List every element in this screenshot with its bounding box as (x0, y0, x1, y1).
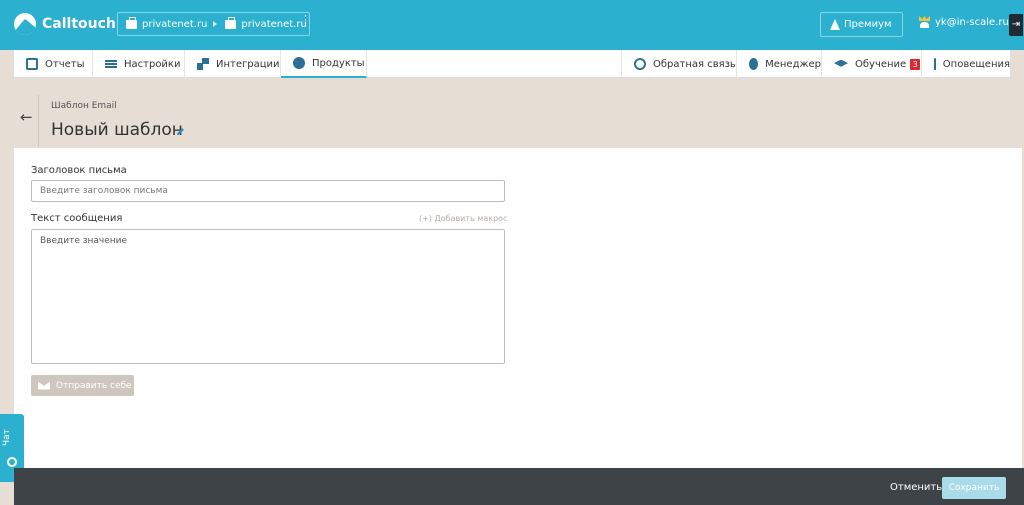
save-button[interactable]: Сохранить (942, 477, 1006, 499)
briefcase-icon (225, 16, 237, 29)
graduation-cap-icon (834, 59, 848, 67)
envelope-icon (38, 381, 50, 390)
nav-item-label: Оповещения (942, 58, 1010, 70)
account-name[interactable]: privatenet.ru (142, 19, 207, 30)
add-macro-link[interactable]: (+) Добавить макрос (419, 214, 507, 223)
rocket-icon (830, 19, 840, 30)
premium-button[interactable]: Премиум (820, 12, 903, 37)
pencil-icon[interactable] (176, 127, 185, 136)
main-nav: Отчеты Настройки Интеграции Продукты Обр… (14, 50, 1010, 78)
site-name[interactable]: privatenet.ru (241, 19, 306, 30)
send-to-self-button[interactable]: Отправить себе (31, 375, 134, 396)
nav-item-label: Обучение (855, 58, 907, 70)
reports-icon (26, 58, 38, 70)
nav-item-feedback[interactable]: Обратная связь (621, 50, 736, 78)
top-bar: Calltouch privatenet.ru privatenet.ru ⋮ … (0, 0, 1024, 50)
nav-item-settings[interactable]: Настройки (93, 50, 185, 78)
breadcrumb: Шаблон Email (51, 101, 117, 111)
cancel-button[interactable]: Отменить (890, 482, 942, 493)
nav-item-integrations[interactable]: Интеграции (185, 50, 281, 78)
logo[interactable]: Calltouch (14, 13, 116, 35)
site-switcher[interactable]: privatenet.ru privatenet.ru ⋮ (117, 12, 311, 36)
bell-icon (934, 58, 936, 70)
products-icon (293, 57, 305, 69)
briefcase-icon (126, 16, 137, 29)
nav-item-label: Интеграции (216, 58, 280, 70)
logo-icon (14, 13, 36, 35)
more-options-icon[interactable]: ⋮ (300, 14, 311, 25)
chat-label: Чат (2, 429, 12, 446)
nav-item-label: Обратная связь (653, 58, 736, 70)
nav-item-study[interactable]: Обучение 3 (821, 50, 921, 78)
subject-label: Заголовок письма (31, 165, 127, 176)
nav-item-notifications[interactable]: Оповещения (921, 50, 1010, 78)
user-email: yk@in-scale.ru (935, 16, 1009, 28)
user-menu[interactable]: yk@in-scale.ru (919, 16, 1009, 28)
message-textarea[interactable] (31, 229, 505, 364)
nav-item-reports[interactable]: Отчеты (14, 50, 93, 78)
feedback-icon (634, 58, 646, 70)
nav-item-label: Менеджер (765, 58, 821, 70)
send-to-self-label: Отправить себе (56, 380, 132, 391)
nav-item-manager[interactable]: Менеджер (736, 50, 821, 78)
nav-item-label: Продукты (312, 57, 365, 69)
subject-input[interactable] (31, 180, 505, 202)
integrations-icon (197, 58, 209, 70)
nav-item-label: Настройки (124, 58, 181, 70)
user-crown-icon (919, 16, 930, 28)
logout-button[interactable]: ⇥ (1009, 14, 1023, 36)
footer-bar (14, 468, 1024, 505)
nav-item-label: Отчеты (45, 58, 85, 70)
logout-icon: ⇥ (1011, 19, 1021, 30)
chat-bubble-icon (7, 457, 17, 467)
message-label: Текст сообщения (31, 213, 123, 224)
manager-icon (749, 58, 759, 70)
page-title: Новый шаблон (51, 120, 183, 140)
back-button[interactable]: ← (20, 109, 33, 125)
header-divider (38, 95, 39, 147)
logo-text: Calltouch (42, 16, 116, 32)
settings-icon (105, 58, 117, 70)
notification-badge: 3 (910, 58, 921, 70)
chevron-right-icon (213, 21, 218, 27)
premium-label: Премиум (844, 19, 892, 30)
nav-item-products[interactable]: Продукты (281, 50, 367, 78)
